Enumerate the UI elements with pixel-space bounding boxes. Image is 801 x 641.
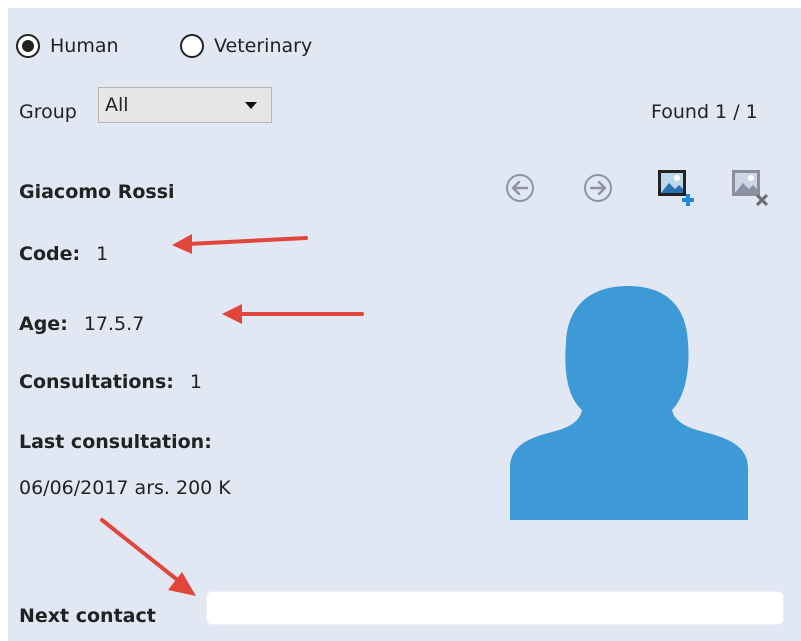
arrow-left-circle-icon[interactable] <box>506 174 534 202</box>
last-consultation-label: Last consultation: <box>19 431 212 453</box>
annotation-arrow-icon <box>168 230 308 254</box>
found-count: Found 1 / 1 <box>651 101 758 123</box>
age-row: Age: 17.5.7 <box>19 312 144 336</box>
radio-human-label: Human <box>50 35 119 57</box>
arrow-right-circle-icon[interactable] <box>584 174 612 202</box>
radio-veterinary-label: Veterinary <box>214 35 313 57</box>
group-select-value: All <box>105 94 129 116</box>
code-value: 1 <box>96 243 109 265</box>
patient-panel: Human Veterinary Group All Found 1 / 1 G… <box>8 8 801 641</box>
annotation-arrow-icon <box>218 302 364 326</box>
radio-veterinary[interactable]: Veterinary <box>180 34 312 58</box>
age-label: Age: <box>19 313 68 335</box>
age-value: 17.5.7 <box>83 313 145 335</box>
code-label: Code: <box>19 243 81 265</box>
group-label: Group <box>19 101 77 123</box>
consultations-label: Consultations: <box>19 371 174 393</box>
remove-photo-icon[interactable] <box>730 168 770 208</box>
radio-veterinary-indicator[interactable] <box>180 34 204 58</box>
radio-human[interactable]: Human <box>16 34 119 58</box>
annotation-arrow-icon <box>98 516 208 602</box>
next-contact-input[interactable] <box>206 591 784 625</box>
next-contact-label: Next contact <box>19 605 156 627</box>
chevron-down-icon <box>245 102 257 109</box>
last-consultation-value: 06/06/2017 ars. 200 K <box>19 477 231 499</box>
consultations-row: Consultations: 1 <box>19 370 202 394</box>
group-select[interactable]: All <box>98 87 272 123</box>
person-silhouette-icon <box>508 280 752 520</box>
radio-human-indicator[interactable] <box>16 34 40 58</box>
consultations-value: 1 <box>189 371 202 393</box>
add-photo-icon[interactable] <box>656 168 696 208</box>
code-row: Code: 1 <box>19 242 108 266</box>
patient-name: Giacomo Rossi <box>19 181 175 203</box>
